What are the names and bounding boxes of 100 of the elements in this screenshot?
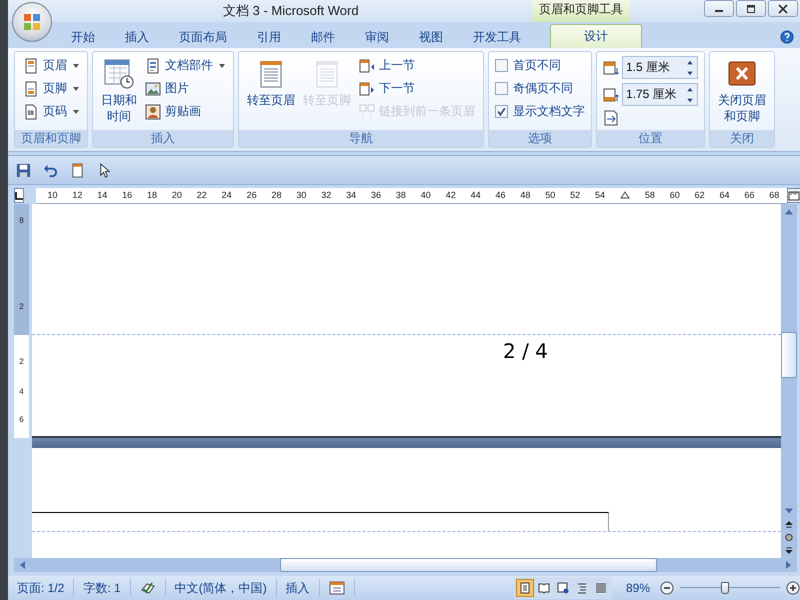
calendar-clock-icon [103,58,135,90]
ruler-number: 68 [768,190,780,200]
checkbox-label: 首页不同 [513,57,561,74]
ruler-number: 46 [494,190,506,200]
spinner-field[interactable]: 1.5 厘米 [622,56,698,79]
save-icon[interactable] [16,162,31,178]
ribbon-tab[interactable]: 开始 [56,26,110,48]
ruler-number: 16 [121,190,134,200]
close-button[interactable] [768,0,798,17]
ribbon-tab[interactable]: 视图 [404,26,458,48]
tab-selector-button[interactable] [14,188,24,203]
page-icon [23,58,39,74]
ribbon-button[interactable]: 关闭页眉和页脚 [716,56,768,126]
office-logo-icon [22,12,42,32]
language-indicator[interactable]: 中文(简体，中国) [166,579,277,597]
zoom-in-icon[interactable] [786,581,800,595]
ruler-number: 10 [46,190,58,200]
help-icon[interactable] [780,30,794,44]
scroll-right-icon[interactable] [785,560,793,570]
office-button[interactable] [12,2,52,42]
page-count[interactable]: 页面: 1/2 [8,579,74,597]
next-section-icon [359,80,375,96]
caret-icon [73,86,79,90]
spinner-field[interactable]: 1.75 厘米 [622,83,698,106]
view-icon [594,582,607,594]
undo-icon[interactable] [43,162,58,178]
ruler-number: 2 [19,302,24,312]
group-label: 关闭 [710,130,774,147]
maximize-icon [746,4,756,14]
indent-marker-icon[interactable] [620,191,630,199]
view-button[interactable] [516,579,534,597]
ribbon-button[interactable]: 剪贴画 [143,102,203,121]
ribbon-button[interactable]: 页脚 [21,79,81,98]
checkbox[interactable] [495,105,508,118]
ruler-number: 26 [246,190,258,200]
insert-mode-indicator[interactable]: 插入 [276,579,320,597]
proofing-icon[interactable] [140,580,156,596]
ribbon-tab[interactable]: 页面布局 [164,26,242,48]
ribbon-tab[interactable]: 审阅 [350,26,404,48]
next-page-icon[interactable] [784,546,794,555]
contextual-tools-title: 页眉和页脚工具 [532,0,630,22]
scroll-thumb[interactable] [781,332,797,378]
vertical-scrollbar[interactable] [781,204,797,558]
ribbon-tab[interactable]: 开发工具 [458,26,536,48]
ribbon-button[interactable]: 页码 [21,102,81,121]
checkbox[interactable] [495,59,508,72]
ruler-number: 14 [96,190,108,200]
checkmark-icon [496,106,507,117]
ruler-number: 8 [19,216,24,226]
scroll-up-icon[interactable] [784,207,794,216]
view-ruler-button[interactable] [786,188,800,203]
ribbon-button[interactable]: 日期和时间 [99,56,139,126]
ribbon-button[interactable]: 下一节 [357,79,417,98]
ruler-number: 2 [19,357,24,367]
horizontal-scrollbar[interactable] [14,558,797,572]
ribbon-tab[interactable]: 设计 [550,24,642,48]
browse-object-icon[interactable] [784,533,794,542]
ribbon-tab[interactable]: 引用 [242,26,296,48]
view-icon [538,582,550,594]
page-number-text: 2 / 4 [503,339,548,363]
ruler-number: 62 [694,190,706,200]
page-icon [23,80,39,96]
ribbon-button[interactable]: 上一节 [357,56,417,75]
document-icon[interactable] [70,162,85,178]
ruler-number: 36 [370,190,382,200]
macro-icon[interactable] [328,580,345,596]
minimize-icon [715,10,723,12]
ribbon-button[interactable]: 文档部件 [143,56,227,75]
alignment-tab-icon [603,110,619,126]
caret-icon [73,64,79,68]
scroll-thumb[interactable] [280,558,657,572]
scroll-left-icon[interactable] [18,560,26,570]
caret-icon [219,64,225,68]
checkbox[interactable] [495,82,508,95]
ribbon-button[interactable]: 转至页眉 [245,56,297,110]
maximize-button[interactable] [736,0,766,17]
margin-icon [603,60,619,76]
word-count[interactable]: 字数: 1 [74,579,131,597]
ribbon-button[interactable]: 页眉 [21,56,81,75]
zoom-level[interactable]: 89% [626,581,650,595]
margin-icon [603,86,619,102]
ribbon-button[interactable]: 图片 [143,79,191,98]
previous-page-icon[interactable] [784,520,794,529]
ruler-number: 50 [544,190,556,200]
ruler-number: 20 [170,190,183,200]
ribbon-tab[interactable]: 插入 [110,26,164,48]
ruler-number: 6 [19,415,24,425]
ruler-number: 38 [394,190,407,200]
spin-arrows-icon[interactable] [686,86,694,104]
ruler-number: 48 [519,190,532,200]
zoom-out-icon[interactable] [660,581,674,595]
ruler-number: 60 [668,190,681,200]
view-icon [556,582,569,594]
ruler-number: 52 [569,190,582,200]
ruler-number: 40 [420,190,432,200]
clip-art-icon [145,104,161,120]
spin-arrows-icon[interactable] [686,58,694,76]
slider-thumb[interactable] [721,582,729,594]
ribbon-tab[interactable]: 邮件 [296,26,350,48]
minimize-button[interactable] [704,0,734,17]
